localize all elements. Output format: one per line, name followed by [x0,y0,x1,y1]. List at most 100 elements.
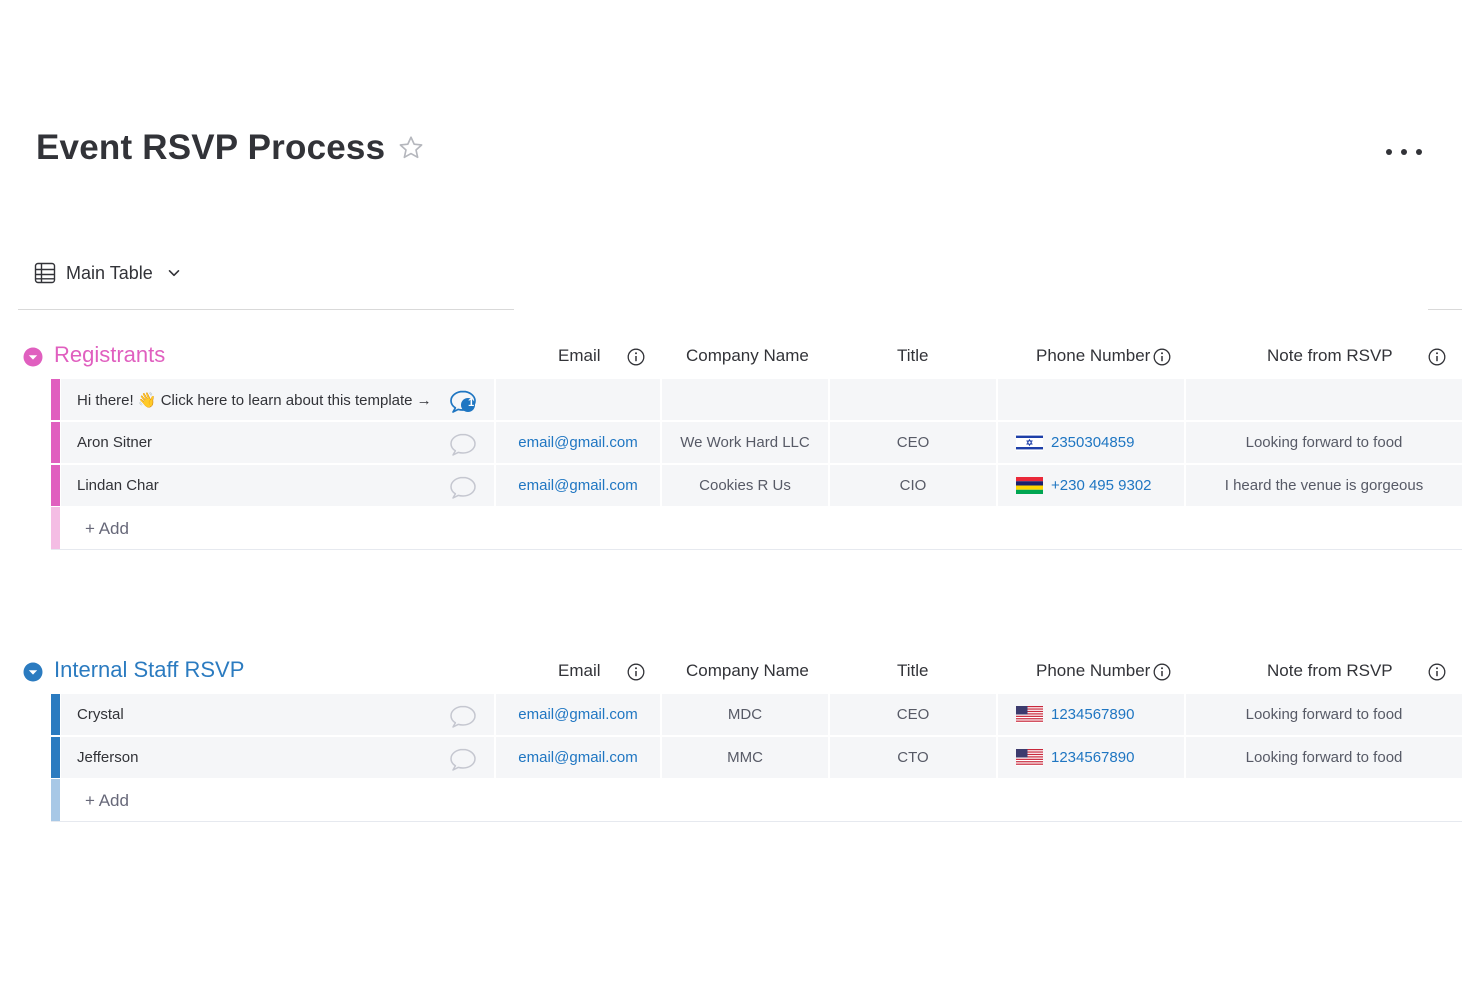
collapse-group-icon[interactable] [23,347,43,367]
company-name-text: MMC [727,749,763,766]
group-color-bar [51,779,60,821]
more-options-icon[interactable] [1386,140,1422,164]
title-cell[interactable]: CEO [830,422,996,463]
item-name-cell[interactable]: Hi there! 👋 Click here to learn about th… [61,379,494,420]
column-header-email[interactable]: Email [558,661,601,681]
divider [18,309,514,310]
star-icon[interactable] [397,134,425,162]
company-name-text: We Work Hard LLC [680,434,810,451]
phone-number-text[interactable]: +230 495 9302 [1051,477,1152,494]
view-label: Main Table [66,262,153,283]
info-icon[interactable] [1153,348,1171,366]
email-cell[interactable]: email@gmail.com [496,737,660,778]
group-header: Internal Staff RSVP Email Company Name Titl… [0,651,1480,693]
updates-count-badge: 1 [467,397,475,409]
item-name-cell[interactable]: Aron Sitner [61,422,494,463]
title-text: CEO [896,434,930,451]
column-header-note[interactable]: Note from RSVP [1267,346,1393,366]
note-cell[interactable]: I heard the venue is gorgeous [1186,465,1462,506]
chevron-down-icon [168,270,180,277]
board-header: Event RSVP Process [36,128,425,168]
info-icon[interactable] [627,663,645,681]
chat-bubble-icon[interactable] [448,746,478,772]
group-color-bar [51,507,60,549]
column-header-title[interactable]: Title [897,661,929,681]
note-text: Looking forward to food [1245,749,1403,766]
phone-number-cell[interactable]: 1234567890 [998,737,1184,778]
title-cell[interactable]: CIO [830,465,996,506]
view-selector[interactable]: Main Table [34,262,181,284]
info-icon[interactable] [1428,348,1446,366]
email-text[interactable]: email@gmail.com [518,434,637,451]
chat-bubble-icon[interactable] [448,703,478,729]
company-name-cell[interactable] [662,379,828,420]
email-cell[interactable]: email@gmail.com [496,694,660,735]
chat-bubble-icon[interactable] [448,431,478,457]
note-text: Looking forward to food [1245,434,1403,451]
company-name-text: Cookies R Us [699,477,791,494]
title-text: CEO [896,706,930,723]
item-name: Crystal [77,706,124,723]
company-name-cell[interactable]: Cookies R Us [662,465,828,506]
table-row[interactable]: Jefferson email@gmail.com MMC CTO 1234567890… [51,736,1462,779]
column-header-phone[interactable]: Phone Number [1036,661,1150,681]
note-cell[interactable]: Looking forward to food [1186,737,1462,778]
table-row[interactable]: Lindan Char email@gmail.com Cookies R Us CI… [51,464,1462,507]
note-cell[interactable] [1186,379,1462,420]
email-text[interactable]: email@gmail.com [518,706,637,723]
info-icon[interactable] [627,348,645,366]
note-cell[interactable]: Looking forward to food [1186,694,1462,735]
group: Internal Staff RSVP Email Company Name Titl… [0,651,1480,822]
item-name: Hi there! 👋 Click here to learn about th… [77,391,432,409]
phone-number-text[interactable]: 1234567890 [1051,749,1134,766]
email-cell[interactable]: email@gmail.com [496,465,660,506]
note-cell[interactable]: Looking forward to food [1186,422,1462,463]
phone-number-text[interactable]: 2350304859 [1051,434,1134,451]
email-cell[interactable]: email@gmail.com [496,422,660,463]
table-row[interactable]: Crystal email@gmail.com MDC CEO 1234567890 Lo… [51,693,1462,736]
us-flag-icon [1016,749,1043,766]
group-title[interactable]: Registrants [54,342,165,368]
add-item-button[interactable]: + Add [85,791,129,811]
phone-number-cell[interactable] [998,379,1184,420]
phone-number-cell[interactable]: 2350304859 [998,422,1184,463]
column-header-company[interactable]: Company Name [686,661,809,681]
chat-bubble-icon[interactable] [448,474,478,500]
board-title[interactable]: Event RSVP Process [36,128,385,168]
email-text[interactable]: email@gmail.com [518,477,637,494]
info-icon[interactable] [1428,663,1446,681]
column-header-company[interactable]: Company Name [686,346,809,366]
israel-flag-icon [1016,434,1043,451]
column-header-note[interactable]: Note from RSVP [1267,661,1393,681]
table-row[interactable]: Hi there! 👋 Click here to learn about th… [51,378,1462,421]
phone-number-cell[interactable]: +230 495 9302 [998,465,1184,506]
column-header-title[interactable]: Title [897,346,929,366]
email-text[interactable]: email@gmail.com [518,749,637,766]
title-cell[interactable] [830,379,996,420]
column-header-email[interactable]: Email [558,346,601,366]
column-header-phone[interactable]: Phone Number [1036,346,1150,366]
company-name-cell[interactable]: We Work Hard LLC [662,422,828,463]
item-name: Jefferson [77,749,139,766]
item-name-cell[interactable]: Jefferson [61,737,494,778]
item-name-cell[interactable]: Crystal [61,694,494,735]
info-icon[interactable] [1153,663,1171,681]
email-cell[interactable] [496,379,660,420]
company-name-cell[interactable]: MMC [662,737,828,778]
phone-number-text[interactable]: 1234567890 [1051,706,1134,723]
group-color-bar [51,422,60,463]
group-color-bar [51,379,60,420]
company-name-text: MDC [727,706,763,723]
company-name-cell[interactable]: MDC [662,694,828,735]
group-title[interactable]: Internal Staff RSVP [54,657,244,683]
item-name-cell[interactable]: Lindan Char [61,465,494,506]
add-item-button[interactable]: + Add [85,519,129,539]
item-name: Lindan Char [77,477,159,494]
title-cell[interactable]: CEO [830,694,996,735]
collapse-group-icon[interactable] [23,662,43,682]
add-item-row[interactable]: + Add [51,507,1462,550]
phone-number-cell[interactable]: 1234567890 [998,694,1184,735]
table-row[interactable]: Aron Sitner email@gmail.com We Work Hard L… [51,421,1462,464]
title-cell[interactable]: CTO [830,737,996,778]
add-item-row[interactable]: + Add [51,779,1462,822]
